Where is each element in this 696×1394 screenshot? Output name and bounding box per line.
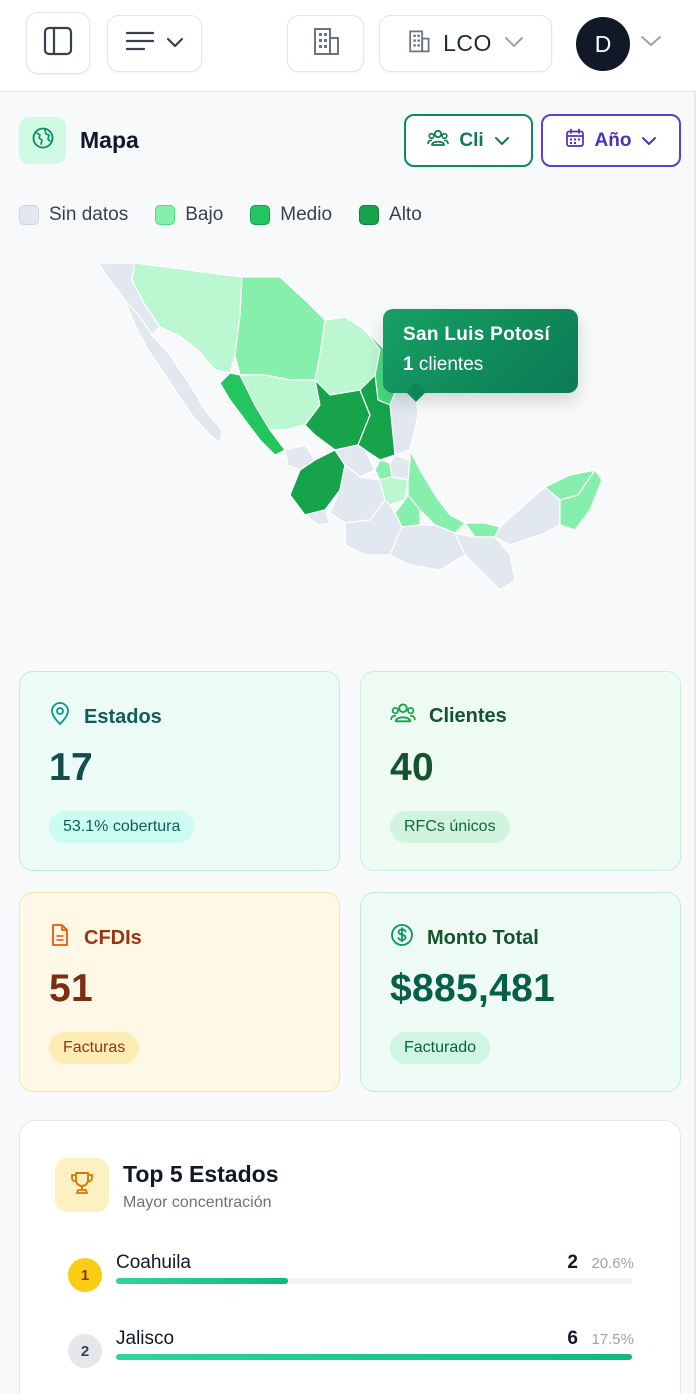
top5-subtitle: Mayor concentración: [123, 1194, 272, 1211]
globe-icon-box: [19, 117, 66, 164]
map-title: Mapa: [80, 127, 139, 153]
users-icon: [427, 129, 450, 153]
user-avatar[interactable]: D: [576, 17, 630, 71]
mexico-map[interactable]: [90, 255, 620, 600]
map-state-chihuahua: [234, 276, 326, 381]
sidebar-panel-icon: [43, 26, 73, 61]
legend-label: Sin datos: [49, 204, 129, 225]
stat-badge: Facturado: [390, 1032, 491, 1064]
stat-card-cfdis: CFDIs 51 Facturas: [19, 892, 340, 1092]
stat-card-header: Clientes: [390, 702, 507, 730]
map-state-campeche: [494, 486, 561, 546]
top5-title: Top 5 Estados: [123, 1161, 279, 1187]
chevron-down-icon[interactable]: [640, 34, 662, 53]
legend-item-bajo: Bajo: [155, 204, 223, 226]
stat-card-header: Monto Total: [390, 923, 539, 953]
tooltip-count: 1: [403, 354, 414, 375]
stat-title: CFDIs: [84, 926, 142, 949]
map-legend: Sin datos Bajo Medio Alto: [19, 204, 449, 226]
period-filter-dropdown[interactable]: Año: [541, 114, 681, 167]
company-name: LCO: [443, 30, 492, 56]
legend-label: Bajo: [185, 204, 224, 225]
chevron-down-icon: [504, 35, 524, 53]
chevron-down-icon: [494, 130, 510, 152]
stat-title: Clientes: [429, 704, 507, 727]
legend-item-alto: Alto: [359, 204, 422, 226]
stat-value: $885,481: [390, 967, 556, 1010]
top5-row[interactable]: 1 Coahuila 2 20.6%: [68, 1252, 634, 1298]
stat-card-header: CFDIs: [49, 923, 142, 953]
sidebar-toggle-button[interactable]: [26, 12, 90, 74]
company-selector[interactable]: LCO: [379, 15, 552, 72]
map-pin-icon: [49, 702, 71, 732]
chevron-down-icon: [641, 130, 657, 152]
rank-badge: 1: [68, 1258, 102, 1292]
clients-filter-label: Cli: [459, 129, 484, 151]
building-button[interactable]: [287, 15, 364, 72]
progress-fill: [116, 1278, 288, 1284]
rank-badge: 2: [68, 1334, 102, 1368]
tooltip-state-name: San Luis Potosí: [403, 324, 551, 345]
state-name: Coahuila: [116, 1252, 191, 1273]
progress-track: [116, 1354, 632, 1360]
trophy-icon-box: [55, 1158, 109, 1212]
legend-swatch: [359, 205, 380, 225]
legend-item-sin-datos: Sin datos: [19, 204, 128, 226]
users-icon: [390, 702, 416, 730]
state-percent: 20.6%: [591, 1255, 634, 1272]
state-name: Jalisco: [116, 1328, 175, 1349]
top5-panel: Top 5 Estados Mayor concentración 1 Coah…: [19, 1120, 681, 1394]
state-count: 6: [567, 1328, 578, 1349]
map-tooltip: San Luis Potosí 1 clientes: [383, 309, 578, 393]
chevron-down-icon: [166, 35, 184, 53]
progress-fill: [116, 1354, 632, 1360]
map-state-tabasco: [464, 522, 501, 538]
tooltip-unit: clientes: [413, 354, 484, 375]
stat-badge: RFCs únicos: [390, 811, 510, 843]
document-icon: [49, 923, 71, 953]
stat-title: Estados: [84, 705, 162, 728]
stat-value: 40: [390, 746, 434, 789]
state-count: 2: [567, 1252, 578, 1273]
dollar-circle-icon: [390, 923, 414, 953]
stat-badge: 53.1% cobertura: [49, 811, 195, 843]
calendar-icon: [565, 128, 585, 154]
progress-track: [116, 1278, 632, 1284]
tooltip-client-count: 1 clientes: [403, 354, 558, 376]
menu-lines-icon: [125, 30, 154, 57]
stat-value: 17: [49, 746, 93, 789]
trophy-icon: [68, 1169, 96, 1202]
state-percent: 17.5%: [591, 1331, 634, 1348]
building-icon: [407, 29, 431, 58]
legend-label: Alto: [389, 204, 422, 225]
menu-dropdown-button[interactable]: [107, 15, 202, 72]
map-state-hidalgo: [389, 454, 411, 481]
clients-filter-dropdown[interactable]: Cli: [404, 114, 533, 167]
top-bar: LCO D: [0, 0, 696, 92]
stat-card-header: Estados: [49, 702, 162, 732]
legend-swatch: [250, 205, 271, 225]
globe-icon: [31, 126, 55, 155]
stat-badge: Facturas: [49, 1032, 140, 1064]
stat-value: 51: [49, 967, 93, 1010]
stat-card-estados: Estados 17 53.1% cobertura: [19, 671, 340, 871]
stat-card-clientes: Clientes 40 RFCs únicos: [360, 671, 681, 871]
legend-swatch: [155, 205, 176, 225]
legend-item-medio: Medio: [250, 204, 332, 226]
period-filter-label: Año: [594, 129, 632, 151]
building-icon: [311, 26, 341, 61]
stat-title: Monto Total: [427, 926, 539, 949]
legend-swatch: [19, 205, 39, 225]
stat-card-monto-total: Monto Total $885,481 Facturado: [360, 892, 681, 1092]
legend-label: Medio: [280, 204, 333, 225]
top5-row[interactable]: 2 Jalisco 6 17.5%: [68, 1328, 634, 1374]
